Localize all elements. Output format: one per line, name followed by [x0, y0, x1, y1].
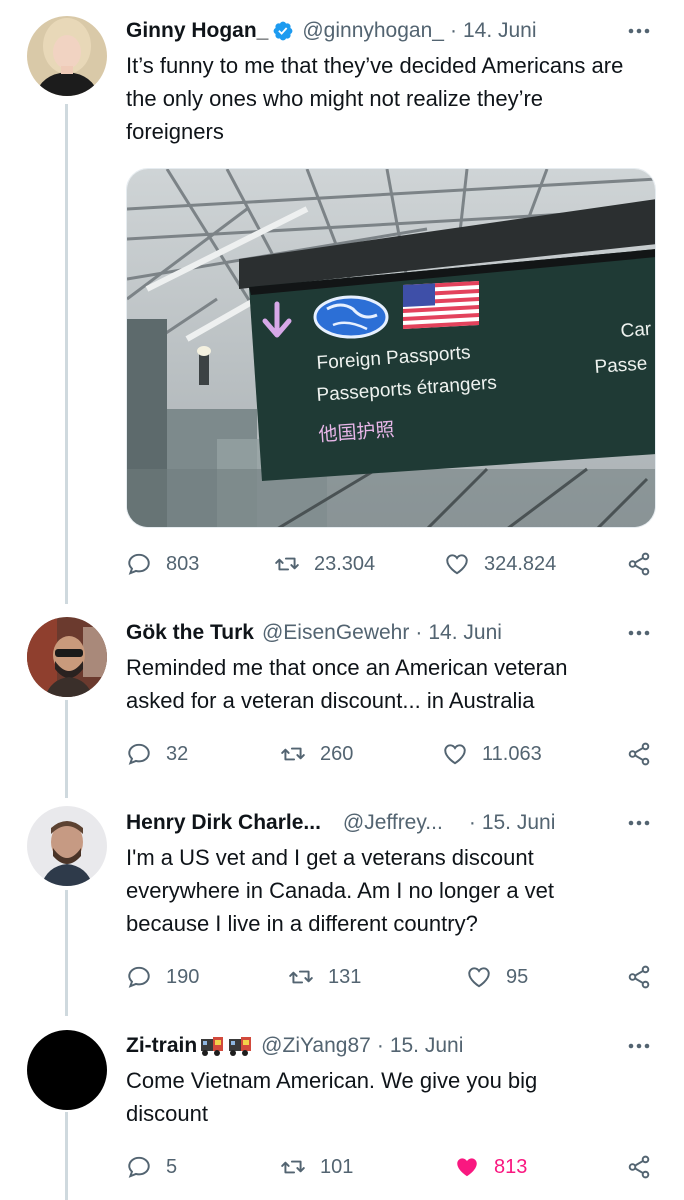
retweet-icon	[275, 557, 299, 571]
tweet-header: Henry Dirk Charle... @Jeffrey... · 15. J…	[126, 806, 654, 840]
train-emoji-icon	[229, 1037, 252, 1056]
sign-text-side2: Passe	[594, 353, 648, 378]
tweet-date[interactable]: 14. Juni	[463, 19, 537, 43]
tweet-actions: 190 131 95	[126, 960, 654, 994]
share-icon	[628, 965, 650, 989]
user-handle[interactable]: @ZiYang87	[261, 1034, 371, 1058]
thread-line	[65, 700, 68, 798]
reply-count: 5	[166, 1155, 178, 1178]
tweet-header: Zi-train @ZiYang87 · 15. Juni	[126, 1029, 654, 1063]
tweet-date[interactable]: 14. Juni	[428, 621, 502, 645]
display-name[interactable]: Ginny Hogan_	[126, 19, 268, 43]
share-button[interactable]	[626, 551, 652, 577]
like-count: 95	[506, 965, 529, 988]
share-button[interactable]	[626, 1154, 652, 1180]
retweet-button[interactable]: 101	[280, 1154, 353, 1180]
reply-button[interactable]: 803	[126, 551, 199, 577]
thread-line	[65, 1112, 68, 1200]
retweet-button[interactable]: 131	[288, 964, 361, 990]
more-options-icon[interactable]	[624, 16, 654, 46]
share-icon	[628, 552, 650, 576]
display-name[interactable]: Gök the Turk	[126, 621, 254, 645]
reply-count: 190	[166, 965, 200, 988]
reply-button[interactable]: 32	[126, 741, 188, 767]
retweet-icon	[281, 747, 305, 761]
more-options-icon[interactable]	[624, 618, 654, 648]
retweet-count: 260	[320, 742, 354, 765]
avatar[interactable]	[27, 617, 107, 697]
like-count: 813	[494, 1155, 528, 1178]
tweet-text: It’s funny to me that they’ve decided Am…	[126, 53, 624, 144]
display-name[interactable]: Zi-train	[126, 1034, 197, 1058]
user-handle[interactable]: @EisenGewehr	[262, 621, 409, 645]
verified-badge-icon	[273, 21, 293, 41]
retweet-button[interactable]: 260	[280, 741, 353, 767]
reply-icon	[128, 966, 150, 988]
like-count: 11.063	[482, 742, 542, 765]
reply-button[interactable]: 5	[126, 1154, 177, 1180]
reply-count: 803	[166, 552, 200, 575]
heart-filled-icon	[457, 1158, 477, 1177]
like-button[interactable]: 813	[454, 1154, 527, 1180]
more-options-icon[interactable]	[624, 1031, 654, 1061]
reply-count: 32	[166, 742, 189, 765]
reply-icon	[128, 1156, 150, 1178]
tweet-text: Reminded me that once an American vetera…	[126, 655, 568, 713]
reply-icon	[128, 743, 150, 765]
like-count: 324.824	[484, 552, 557, 575]
retweet-count: 23.304	[314, 552, 376, 575]
tweet-image[interactable]: Foreign Passports Passeports étrangers 他…	[126, 168, 656, 528]
separator-dot: ·	[468, 811, 476, 834]
avatar[interactable]	[27, 1030, 107, 1110]
like-button[interactable]: 324.824	[444, 551, 556, 577]
like-button[interactable]: 95	[466, 964, 528, 990]
thread-line	[65, 104, 68, 604]
separator-dot: ·	[449, 19, 457, 42]
user-handle[interactable]: @Jeffrey...	[343, 811, 443, 835]
retweet-icon	[289, 970, 313, 984]
share-button[interactable]	[626, 741, 652, 767]
tweet-actions: 32 260 11.063	[126, 737, 654, 771]
tweet-text: I'm a US vet and I get a veterans discou…	[126, 845, 555, 936]
tweet-date[interactable]: 15. Juni	[390, 1034, 464, 1058]
separator-dot: ·	[415, 621, 423, 644]
tweet-actions: 5 101 813	[126, 1150, 654, 1184]
tweet-date[interactable]: 15. Juni	[482, 811, 556, 835]
retweet-button[interactable]: 23.304	[274, 551, 375, 577]
tweet-header: Ginny Hogan_ @ginnyhogan_ · 14. Juni	[126, 14, 654, 48]
user-handle[interactable]: @ginnyhogan_	[302, 19, 444, 43]
avatar[interactable]	[27, 16, 107, 96]
share-icon	[628, 1155, 650, 1179]
like-button[interactable]: 11.063	[442, 741, 542, 767]
avatar[interactable]	[27, 806, 107, 886]
reply-icon	[128, 553, 150, 575]
sign-text-side1: Car	[620, 319, 653, 342]
tweet-header: Gök the Turk @EisenGewehr · 14. Juni	[126, 616, 654, 650]
retweet-count: 131	[328, 965, 362, 988]
share-icon	[628, 742, 650, 766]
tweet-text: Come Vietnam American. We give you big d…	[126, 1068, 538, 1126]
display-name[interactable]: Henry Dirk Charle...	[126, 811, 321, 835]
reply-button[interactable]: 190	[126, 964, 199, 990]
more-options-icon[interactable]	[624, 808, 654, 838]
tweet-actions: 803 23.304 324.824	[126, 547, 654, 581]
thread-line	[65, 890, 68, 1016]
heart-icon	[446, 554, 468, 575]
share-button[interactable]	[626, 964, 652, 990]
retweet-count: 101	[320, 1155, 354, 1178]
heart-icon	[444, 744, 466, 765]
train-emoji-icon	[201, 1037, 224, 1056]
separator-dot: ·	[376, 1034, 384, 1057]
heart-icon	[468, 967, 490, 988]
retweet-icon	[281, 1160, 305, 1174]
